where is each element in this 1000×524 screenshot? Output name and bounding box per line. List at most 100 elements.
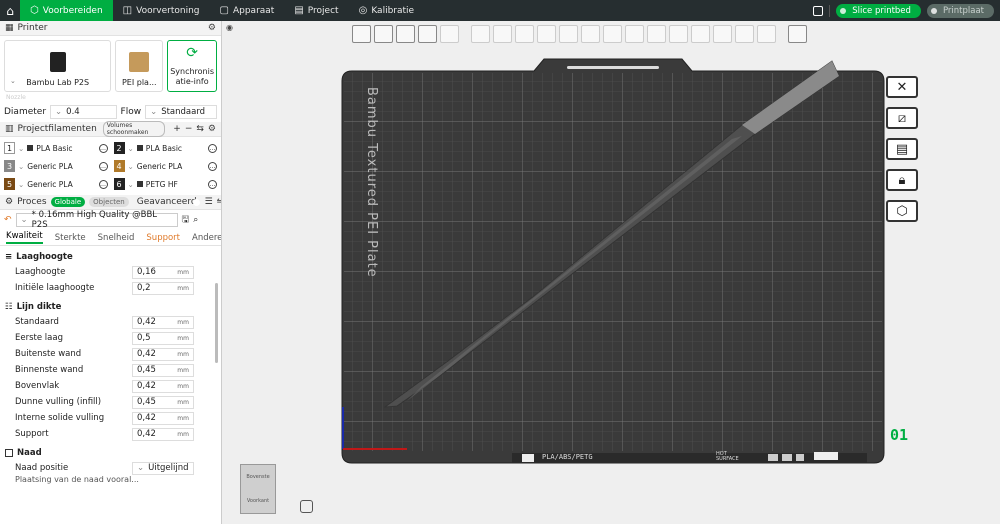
zoom-fit-icon[interactable] [300, 500, 313, 513]
sync-info-button[interactable]: ⟳ Synchronis atie-info [167, 40, 217, 92]
option-input[interactable]: 0,42 mm [132, 411, 194, 425]
option-row: Eerste laag 0,5 mm [0, 330, 221, 346]
option-label: Binnenste wand [15, 365, 84, 375]
chevron-down-icon: ⌄ [127, 161, 134, 171]
group-title: Naad [17, 448, 42, 458]
add-icon[interactable]: + [173, 124, 181, 134]
option-label: Support [15, 429, 49, 439]
filament-number: 3 [4, 160, 15, 172]
seam-position-select[interactable]: ⌄ Uitgelijnd [132, 461, 194, 475]
filament-slot[interactable]: 4 ⌄ Generic PLA … [113, 159, 217, 173]
print-label: Printplaat [942, 5, 984, 16]
tab-speed[interactable]: Snelheid [98, 233, 135, 243]
option-input[interactable]: 0,45 mm [132, 363, 194, 377]
3d-viewport[interactable]: ◉ Bambu Textured PEI Plate PLA/ABS/PETG … [222, 21, 1000, 524]
option-value: 0,45 [137, 397, 156, 407]
plate-slice-icon[interactable] [813, 5, 824, 16]
tab-quality[interactable]: Kwaliteit [6, 231, 43, 244]
gear-icon[interactable]: ⚙ [208, 23, 216, 33]
group-title: Lijn dikte [16, 302, 62, 312]
option-input[interactable]: 0,42 mm [132, 315, 194, 329]
group-line-width: ☷ Lijn dikte [0, 300, 221, 314]
gear-icon[interactable]: ⚙ [208, 124, 216, 134]
edit-icon[interactable]: … [208, 143, 217, 153]
auto-orient-icon[interactable]: ⧄ [886, 107, 918, 129]
option-value: 0,42 [137, 413, 156, 423]
edit-icon[interactable]: … [208, 161, 217, 171]
edit-icon[interactable]: … [98, 161, 108, 171]
option-label: Naad positie [15, 463, 69, 473]
section-title: Projectfilamenten [17, 124, 97, 134]
sync-filament-icon[interactable]: ⇆ [196, 124, 204, 134]
option-input[interactable]: 0,45 mm [132, 395, 194, 409]
filament-slot[interactable]: 6 ⌄ PETG HF … [113, 177, 217, 191]
option-value: 0,42 [137, 381, 156, 391]
unit-label: mm [177, 366, 189, 374]
option-input[interactable]: 0,42 mm [132, 427, 194, 441]
list-icon[interactable]: ☰ [205, 197, 213, 207]
process-preset-select[interactable]: ⌄ * 0.16mm High Quality @BBL P2S [15, 210, 178, 230]
option-input[interactable]: 0,42 mm [132, 379, 194, 393]
plate-number: 01 [890, 426, 909, 444]
tab-support[interactable]: Support [146, 233, 180, 243]
option-label: Initiële laaghoogte [15, 283, 95, 293]
process-tabs: Kwaliteit Sterkte Snelheid Support Ander… [0, 230, 221, 246]
device-icon: ▢ [219, 5, 229, 16]
edit-icon[interactable]: … [98, 143, 108, 153]
tab-device[interactable]: ▢ Apparaat [210, 0, 285, 21]
clean-volumes-button[interactable]: Volumes schoonmaken [102, 121, 166, 137]
printer-icon: ▦ [5, 23, 14, 33]
save-icon[interactable]: 🖫 [182, 212, 190, 228]
plate-image [129, 52, 150, 72]
tab-calibration[interactable]: ◎ Kalibratie [349, 0, 425, 21]
edit-icon[interactable]: … [98, 179, 108, 189]
dropdown-icon [930, 7, 937, 14]
lock-icon[interactable]: 🔒︎ [886, 169, 918, 191]
global-toggle[interactable]: Globale [50, 197, 86, 207]
arrange-plate-icon[interactable]: ▤ [886, 138, 918, 160]
plate-type-selector[interactable]: PEI pla... ⌄ [115, 40, 164, 92]
filament-slot[interactable]: 3 ⌄ Generic PLA … [4, 159, 108, 173]
edit-icon[interactable]: … [208, 179, 217, 189]
option-input[interactable]: 0,16 mm [132, 265, 194, 279]
filament-slot[interactable]: 5 ⌄ Generic PLA … [4, 177, 108, 191]
plate-settings-icon[interactable]: ⬡ [886, 200, 918, 222]
group-layer-height: ≡ Laaghoogte [0, 250, 221, 264]
diameter-select[interactable]: ⌄ 0.4 [50, 105, 117, 119]
objects-toggle[interactable]: Objecten [89, 197, 129, 207]
option-input[interactable]: 0,42 mm [132, 347, 194, 361]
unit-label: mm [177, 318, 189, 326]
option-row: Initiële laaghoogte 0,2 mm [0, 280, 221, 296]
filament-number: 5 [4, 178, 15, 190]
slice-plate-button[interactable]: Slice printbed [836, 3, 921, 18]
printer-selector[interactable]: Bambu Lab P2S ⌄ [4, 40, 112, 92]
tab-strength[interactable]: Sterkte [55, 233, 86, 243]
view-cube[interactable]: Bovenste Voorkant [240, 464, 276, 514]
home-icon[interactable]: ⌂ [0, 0, 20, 21]
filament-slot[interactable]: 2 ⌄ PLA Basic … [113, 141, 217, 155]
tab-prepare[interactable]: ⬡ Voorbereiden [20, 0, 113, 21]
bambu-icon [136, 145, 143, 151]
filament-name: PETG HF [145, 179, 178, 189]
tab-preview[interactable]: ◫ Voorvertoning [113, 0, 210, 21]
tab-project[interactable]: ▤ Project [284, 0, 348, 21]
filament-slot[interactable]: 1 ⌄ PLA Basic … [4, 141, 108, 155]
scrollbar[interactable] [215, 283, 218, 363]
option-label: Bovenvlak [15, 381, 60, 391]
close-icon[interactable]: ✕ [886, 76, 918, 98]
cube-icon: ⬡ [30, 5, 39, 16]
option-input[interactable]: 0,5 mm [132, 331, 194, 345]
print-plate-button[interactable]: Printplaat [926, 3, 994, 18]
remove-icon[interactable]: − [185, 124, 193, 134]
option-value: 0,42 [137, 317, 156, 327]
option-input[interactable]: 0,2 mm [132, 281, 194, 295]
chevron-down-icon: ⌄ [127, 179, 134, 189]
flow-select[interactable]: ⌄ Standaard [145, 105, 217, 119]
chevron-down-icon: ⌄ [18, 179, 25, 189]
tab-other[interactable]: Andere [192, 233, 221, 243]
top-bar: ⌂ ⬡ Voorbereiden ◫ Voorvertoning ▢ Appar… [0, 0, 1000, 21]
filaments-section-header: ▥ Projectfilamenten Volumes schoonmaken … [0, 121, 221, 137]
reset-icon[interactable]: ↶ [4, 215, 12, 225]
option-row: Buitenste wand 0,42 mm [0, 346, 221, 362]
search-icon[interactable]: ⌕ [193, 215, 198, 225]
